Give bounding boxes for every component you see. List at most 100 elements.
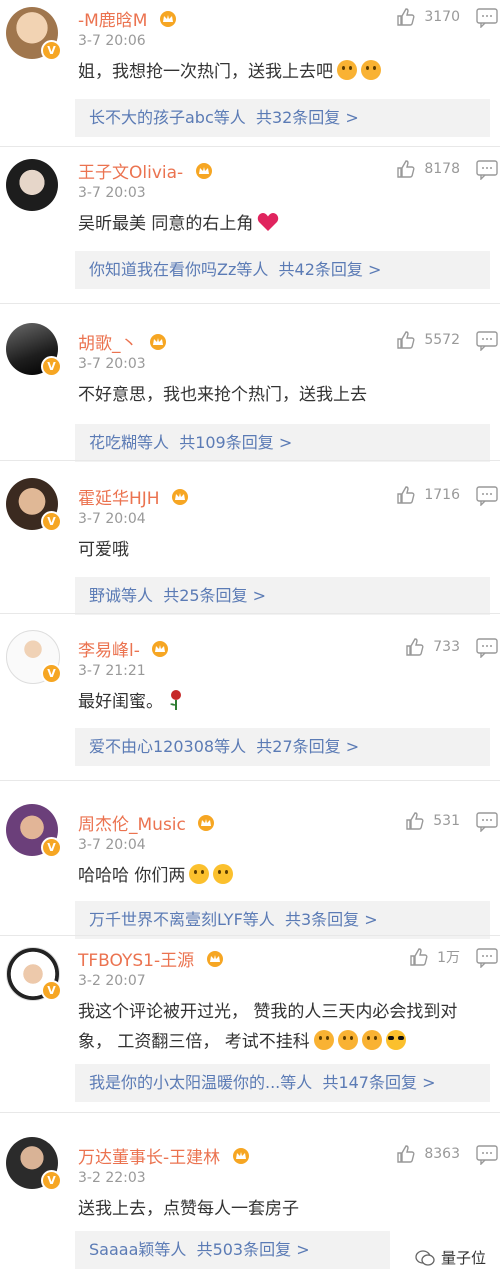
comment-text: 最好闺蜜。 <box>78 687 478 717</box>
like-button[interactable]: 8363 <box>396 1144 460 1164</box>
divider <box>0 780 500 781</box>
commenter-name[interactable]: 胡歌_丶 <box>78 329 167 354</box>
reply-summary[interactable]: 花吃糊等人 共109条回复 > <box>75 424 490 462</box>
reply-summary[interactable]: 爱不由心120308等人 共27条回复 > <box>75 728 490 766</box>
member-crown-icon <box>195 163 212 179</box>
commenter-name-text: 万达董事长-王建林 <box>78 1148 221 1168</box>
avatar[interactable]: V <box>6 1137 62 1191</box>
comment-time: 3-7 20:06 <box>78 33 146 49</box>
avatar[interactable]: V <box>6 630 62 684</box>
reply-icon[interactable] <box>476 638 498 658</box>
emoji-icon <box>337 1030 358 1050</box>
comment-time: 3-7 21:21 <box>78 663 146 679</box>
comment-text-content: 最好闺蜜。 <box>78 692 163 712</box>
reply-users: 花吃糊等人 <box>89 433 170 452</box>
avatar[interactable]: V <box>6 323 62 377</box>
commenter-name[interactable]: TFBOYS1-王源 <box>78 946 224 971</box>
member-crown-icon <box>149 334 166 350</box>
comment-time: 3-7 20:03 <box>78 185 146 201</box>
thumb-up-icon <box>397 486 415 504</box>
like-button[interactable]: 8178 <box>396 159 460 179</box>
rose-icon <box>170 690 181 710</box>
verified-badge-icon: V <box>41 40 62 61</box>
like-button[interactable]: 531 <box>405 811 460 831</box>
reply-icon[interactable] <box>476 486 498 506</box>
commenter-name[interactable]: 李易峰l- <box>78 636 169 661</box>
thumb-up-icon <box>397 1145 415 1163</box>
divider <box>0 613 500 614</box>
thumb-up-icon <box>397 331 415 349</box>
comment-text-content: 吴昕最美 同意的右上角 <box>78 214 254 234</box>
reply-summary[interactable]: Saaaa颖等人 共503条回复 > <box>75 1231 390 1269</box>
comment-text: 我这个评论被开过光， 赞我的人三天内必会找到对象， 工资翻三倍， 考试不挂科 <box>78 997 478 1057</box>
reply-icon[interactable] <box>476 948 498 968</box>
thumb-up-icon <box>406 638 424 656</box>
comment-text: 姐，我想抢一次热门，送我上去吧 <box>78 57 478 87</box>
like-button[interactable]: 3170 <box>396 7 460 27</box>
avatar[interactable]: V <box>6 7 62 61</box>
like-button[interactable]: 5572 <box>396 330 460 350</box>
comment-time: 3-2 22:03 <box>78 1170 146 1186</box>
commenter-name[interactable]: 万达董事长-王建林 <box>78 1143 250 1168</box>
thumb-up-icon <box>410 948 428 966</box>
commenter-name[interactable]: 霍延华HJH <box>78 484 189 509</box>
reply-count: 共503条回复 > <box>196 1240 310 1259</box>
reply-summary[interactable]: 万千世界不离壹刻LYF等人 共3条回复 > <box>75 901 490 939</box>
divider <box>0 935 500 936</box>
comment-time: 3-7 20:04 <box>78 511 146 527</box>
reply-icon[interactable] <box>476 812 498 832</box>
watermark-text: 量子位 <box>440 1249 486 1267</box>
commenter-name-text: -M鹿晗M <box>78 11 148 31</box>
avatar[interactable]: V <box>6 478 62 532</box>
reply-count: 共109条回复 > <box>179 433 293 452</box>
member-crown-icon <box>206 951 223 967</box>
comment-time: 3-7 20:03 <box>78 356 146 372</box>
like-count: 733 <box>433 639 460 655</box>
commenter-name-text: 霍延华HJH <box>78 489 160 509</box>
comment-time: 3-7 20:04 <box>78 837 146 853</box>
avatar[interactable]: V <box>6 804 62 858</box>
reply-users: 万千世界不离壹刻LYF等人 <box>89 910 275 929</box>
emoji-icon <box>361 1030 382 1050</box>
like-count: 531 <box>433 813 460 829</box>
member-crown-icon <box>172 489 188 505</box>
reply-icon[interactable] <box>476 331 498 351</box>
emoji-icon <box>385 1030 406 1050</box>
verified-badge-icon: V <box>41 1170 62 1191</box>
commenter-name-text: 胡歌_丶 <box>78 334 138 354</box>
avatar[interactable]: V <box>6 947 62 1001</box>
reply-summary[interactable]: 野诚等人 共25条回复 > <box>75 577 490 615</box>
divider <box>0 1112 500 1113</box>
comment-text: 送我上去，点赞每人一套房子 <box>78 1194 478 1224</box>
divider <box>0 303 500 304</box>
avatar[interactable] <box>6 159 58 211</box>
like-count: 5572 <box>424 332 460 348</box>
like-button[interactable]: 733 <box>405 637 460 657</box>
commenter-name[interactable]: -M鹿晗M <box>78 6 177 31</box>
like-count: 1万 <box>437 950 460 966</box>
comment-text-content: 姐，我想抢一次热门，送我上去吧 <box>78 62 333 82</box>
thumb-up-icon <box>397 8 415 26</box>
comment-text-content: 不好意思，我也来抢个热门，送我上去 <box>78 385 367 405</box>
verified-badge-icon: V <box>41 663 62 684</box>
emoji-icon <box>337 60 357 80</box>
reply-count: 共42条回复 > <box>278 260 382 279</box>
like-button[interactable]: 1万 <box>409 947 460 967</box>
reply-users: 长不大的孩子abc等人 <box>89 108 246 127</box>
reply-summary[interactable]: 你知道我在看你吗Zz等人 共42条回复 > <box>75 251 490 289</box>
commenter-name[interactable]: 周杰伦_Music <box>78 810 215 835</box>
member-crown-icon <box>232 1148 249 1164</box>
verified-badge-icon: V <box>41 837 62 858</box>
like-button[interactable]: 1716 <box>396 485 460 505</box>
member-crown-icon <box>198 815 215 831</box>
reply-icon[interactable] <box>476 8 498 28</box>
reply-summary[interactable]: 长不大的孩子abc等人 共32条回复 > <box>75 99 490 137</box>
commenter-name-text: TFBOYS1-王源 <box>78 951 195 971</box>
reply-summary[interactable]: 我是你的小太阳温暖你的...等人 共147条回复 > <box>75 1064 490 1102</box>
reply-icon[interactable] <box>476 160 498 180</box>
commenter-name[interactable]: 王子文Olivia- <box>78 158 213 183</box>
commenter-name-text: 周杰伦_Music <box>78 815 186 835</box>
reply-icon[interactable] <box>476 1145 498 1165</box>
reply-users: 野诚等人 <box>89 586 154 605</box>
comment-text: 可爱哦 <box>78 535 478 565</box>
